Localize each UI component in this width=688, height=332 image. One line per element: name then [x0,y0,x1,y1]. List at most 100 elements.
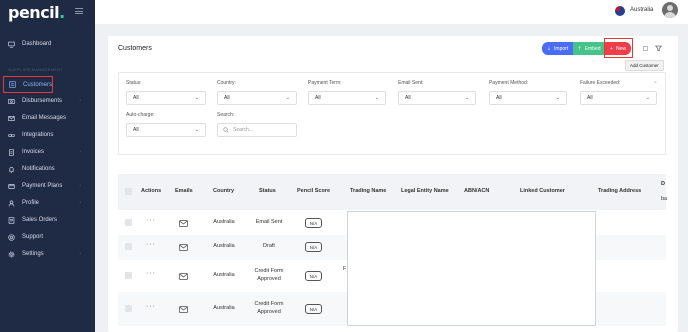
chevron-right-icon: › [79,98,81,104]
search-input[interactable]: Search... [217,123,297,137]
country-selector[interactable]: Australia [630,7,653,13]
row-actions-menu[interactable]: ··· [146,303,156,310]
card-icon [8,183,15,190]
column-header-linked-customer[interactable]: Linked Customer [520,188,565,194]
chevron-right-icon: › [79,251,81,257]
failure-exceeded-filter-label: Failure Exceeded: [580,80,621,86]
sidebar-item-support[interactable]: Support [3,230,91,244]
column-header-clipped[interactable]: D [661,181,665,187]
monitor-icon [8,41,15,48]
hamburger-menu-icon[interactable] [75,8,83,14]
email-sent-filter-select[interactable]: All ⌄ [398,91,476,105]
australia-flag-icon[interactable] [615,6,625,16]
row-status: Credit Form Approved [254,268,284,282]
failure-exceeded-filter-value: All [587,95,593,101]
row-country: Australia [213,219,235,225]
sidebar-item-disbursements[interactable]: Disbursements › [3,94,91,108]
user-icon [8,200,15,207]
failure-exceeded-filter-select[interactable]: All ⌄ [580,91,657,105]
sidebar-item-label: Customers [23,81,53,88]
row-country: Australia [213,243,235,249]
table-header [118,174,666,210]
pencil-score-badge: N/A [305,218,322,228]
auto-charge-filter-label: Auto-charge: [126,112,155,118]
pencil-score-badge: N/A [305,242,322,252]
status-filter-label: Status: [126,80,142,86]
status-filter-select[interactable]: All ⌄ [126,91,206,105]
sidebar-item-label: Notifications [22,166,55,172]
row-status: Email Sent [255,219,283,225]
column-header-abn-acn[interactable]: ABN/ACN [464,188,489,194]
row-actions-menu[interactable]: ··· [146,217,156,224]
blank-overlay-panel [347,211,596,326]
embed-label: Embed [584,45,601,52]
row-status: Credit Form Approved [254,301,284,315]
column-header-pencil-score[interactable]: Pencil Score [297,188,330,194]
email-icon[interactable] [179,244,188,251]
email-icon[interactable] [179,306,188,313]
column-header-country[interactable]: Country [213,188,234,194]
column-header-trading-name[interactable]: Trading Name [350,188,386,194]
sidebar-item-label: Sales Orders [22,217,58,223]
row-actions-menu[interactable]: ··· [146,241,156,248]
sidebar-item-label: Dashboard [22,41,52,47]
auto-charge-filter-select[interactable]: All ⌄ [126,123,206,137]
payment-term-filter-label: Payment Term: [308,80,342,86]
sidebar-item-settings[interactable]: Settings › [3,247,91,261]
row-actions-menu[interactable]: ··· [146,270,156,277]
upload-icon: ⇡ [577,45,582,52]
column-header-actions[interactable]: Actions [141,188,161,194]
auto-charge-filter-value: All [133,127,139,133]
payment-term-filter-select[interactable]: All ⌄ [308,91,386,105]
payment-method-filter-label: Payment Method: [489,80,529,86]
customers-icon [9,81,16,88]
orders-icon [8,216,15,224]
row-checkbox[interactable] [125,305,132,312]
column-header-emails[interactable]: Emails [175,188,193,194]
import-button[interactable]: ⇣ Import [542,42,573,55]
chevron-right-icon: › [79,149,81,155]
email-icon[interactable] [179,220,188,227]
email-sent-filter-value: All [405,95,411,101]
download-icon: ⇣ [546,45,552,52]
sidebar-item-label: Profile [22,200,40,206]
close-icon[interactable]: × [654,80,657,86]
email-icon[interactable] [179,273,188,280]
payment-method-filter-select[interactable]: All ⌄ [489,91,567,105]
sidebar-item-customers[interactable]: Customers [3,76,53,93]
column-header-status[interactable]: Status [259,188,276,194]
filter-icon[interactable] [655,45,662,52]
pencil-logo[interactable]: pencil. [8,3,65,22]
status-filter-value: All [133,95,139,101]
page-title: Customers [118,45,152,52]
column-header-clipped-line-2: ba [661,196,668,202]
pencil-score-badge: N/A [305,304,322,314]
new-button-highlight [604,38,633,58]
pencil-score-badge: N/A [305,271,322,281]
column-header-legal-entity-name[interactable]: Legal Entity Name [401,188,449,194]
columns-toggle-icon[interactable] [643,46,648,51]
row-trading-name-clipped: F [343,266,347,272]
payment-term-filter-value: All [315,95,321,101]
row-checkbox[interactable] [125,243,132,250]
chevron-down-icon: ⌄ [285,95,290,101]
chevron-down-icon: ⌄ [374,95,379,101]
sidebar-item-notifications[interactable]: Notifications [3,162,91,176]
country-filter-select[interactable]: All ⌄ [217,91,297,105]
sidebar-item-sales-orders[interactable]: Sales Orders [3,213,91,227]
sidebar-item-email-messages[interactable]: Email Messages [3,111,91,125]
sidebar-item-dashboard[interactable]: Dashboard [3,37,91,51]
sidebar-item-invoices[interactable]: Invoices › [3,145,91,159]
sidebar-item-payment-plans[interactable]: Payment Plans › [3,179,91,193]
select-all-checkbox[interactable] [125,188,132,195]
sidebar-item-integrations[interactable]: Integrations [3,128,91,142]
row-checkbox[interactable] [125,219,132,226]
avatar[interactable] [662,2,678,18]
sidebar-item-label: Email Messages [22,115,67,121]
embed-button[interactable]: ⇡ Embed [573,42,605,55]
column-header-trading-address[interactable]: Trading Address [598,188,641,194]
sidebar-item-profile[interactable]: Profile › [3,196,91,210]
bell-icon [8,166,15,173]
row-checkbox[interactable] [125,272,132,279]
search-placeholder: Search... [233,127,254,133]
